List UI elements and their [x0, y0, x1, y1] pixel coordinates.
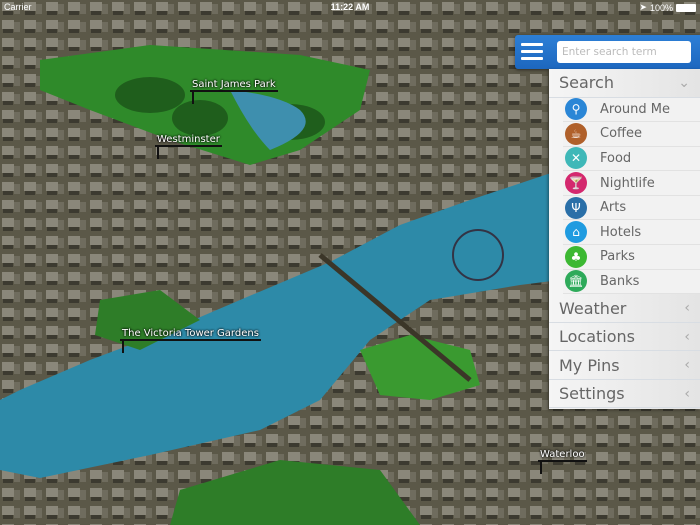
cocktail-icon: 🍸: [565, 172, 587, 195]
park-trees: [115, 77, 185, 113]
category-arts[interactable]: Ψ Arts: [563, 196, 700, 221]
map-label-park[interactable]: Saint James Park: [190, 79, 278, 104]
chevron-left-icon: ‹: [684, 328, 690, 345]
battery-indicator: ➤ 100%: [639, 2, 696, 13]
fork-knife-icon: ✕: [565, 147, 587, 170]
category-label: Parks: [600, 249, 635, 265]
category-hotels[interactable]: ⌂ Hotels: [563, 220, 700, 246]
map-label-gardens[interactable]: The Victoria Tower Gardens: [120, 328, 261, 353]
clock: 11:22 AM: [330, 2, 370, 12]
section-label: Settings: [559, 384, 625, 403]
bank-icon: 🏛: [565, 270, 587, 293]
category-label: Hotels: [600, 224, 642, 240]
category-label: Coffee: [600, 126, 642, 142]
park-trees: [172, 100, 228, 136]
category-label: Food: [600, 150, 632, 166]
menu-section-search[interactable]: Search ⌄: [549, 69, 700, 98]
location-arrow-icon: ➤: [639, 2, 647, 12]
status-bar: Carrier 11:22 AM ➤ 100%: [0, 0, 700, 14]
chevron-down-icon: ⌄: [678, 74, 690, 91]
trees-icon: ♣: [565, 245, 587, 268]
menu-section-locations[interactable]: Locations ‹: [549, 323, 700, 352]
category-label: Banks: [600, 273, 640, 289]
category-food[interactable]: ✕ Food: [563, 147, 700, 172]
menu-section-weather[interactable]: Weather ‹: [549, 294, 700, 323]
search-input[interactable]: [557, 41, 691, 63]
side-menu: Search ⌄ ⚲ Around Me ☕ Coffee ✕ Food 🍸 Nightlife…: [549, 69, 700, 409]
menu-section-settings[interactable]: Settings ‹: [549, 380, 700, 409]
category-label: Around Me: [600, 101, 670, 117]
lyre-icon: Ψ: [565, 196, 587, 219]
battery-icon: [676, 3, 696, 12]
chevron-left-icon: ‹: [684, 385, 690, 402]
category-nightlife[interactable]: 🍸 Nightlife: [563, 171, 700, 196]
bed-icon: ⌂: [565, 221, 587, 244]
person-location-icon: ⚲: [565, 98, 587, 121]
chevron-left-icon: ‹: [684, 300, 690, 316]
map-label-westminster[interactable]: Westminster: [155, 134, 222, 159]
coffee-cup-icon: ☕: [565, 122, 587, 145]
category-label: Nightlife: [600, 175, 655, 191]
category-coffee[interactable]: ☕ Coffee: [563, 122, 700, 147]
section-label: Weather: [559, 298, 627, 318]
menu-section-my-pins[interactable]: My Pins ‹: [549, 351, 700, 380]
top-toolbar: [515, 35, 700, 69]
chevron-left-icon: ‹: [684, 357, 690, 373]
hamburger-menu-icon[interactable]: [521, 43, 543, 61]
search-category-list: ⚲ Around Me ☕ Coffee ✕ Food 🍸 Nightlife Ψ Arts ⌂ Ho…: [563, 97, 700, 295]
category-parks[interactable]: ♣ Parks: [563, 245, 700, 270]
section-label: Locations: [559, 327, 636, 346]
battery-percent: 100%: [649, 2, 673, 13]
category-around-me[interactable]: ⚲ Around Me: [563, 98, 700, 123]
section-label: Search: [559, 73, 614, 93]
section-label: My Pins: [559, 355, 620, 375]
map-label-waterloo[interactable]: Waterloo: [538, 449, 587, 474]
category-label: Arts: [600, 200, 627, 216]
category-banks[interactable]: 🏛 Banks: [563, 270, 700, 295]
